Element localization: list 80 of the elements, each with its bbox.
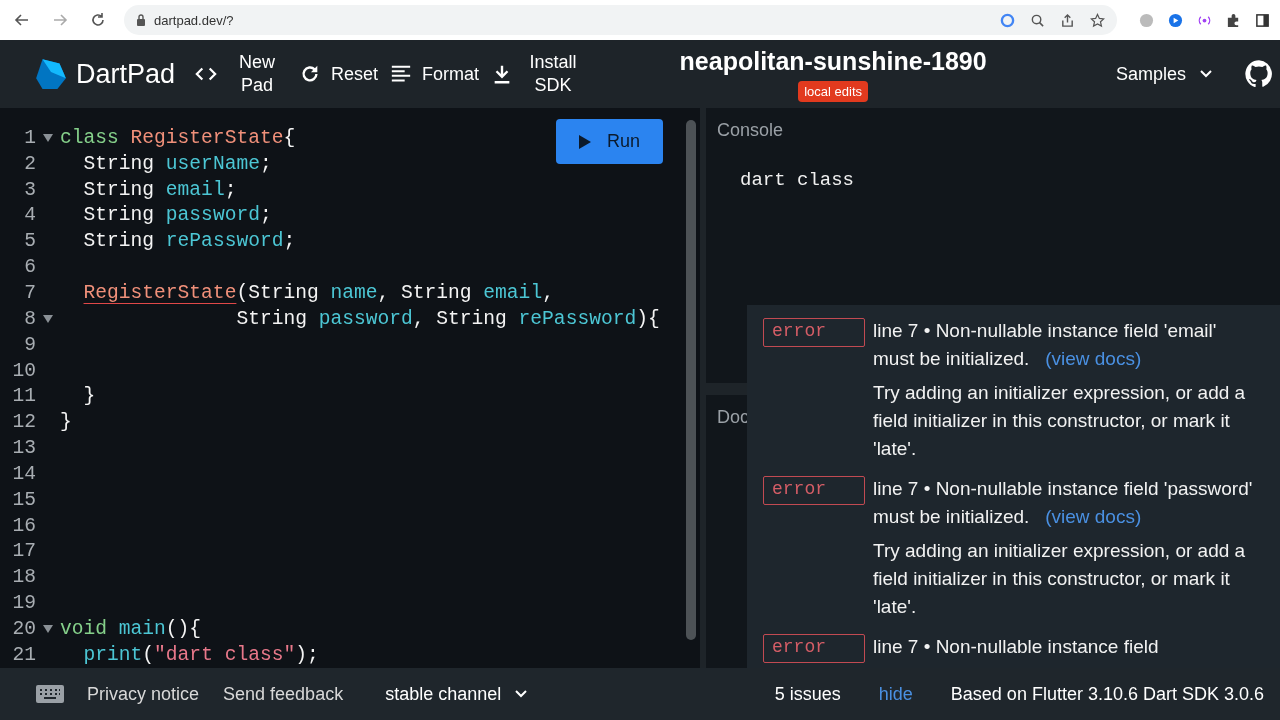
line-number: 1 bbox=[23, 126, 36, 149]
logo-text: DartPad bbox=[76, 58, 176, 90]
toolbar-button[interactable]: Reset bbox=[299, 62, 379, 86]
code-line: } bbox=[82, 385, 96, 408]
local-edits-badge: local edits bbox=[798, 80, 868, 102]
code-line: } bbox=[60, 411, 72, 434]
error-label: error bbox=[763, 318, 865, 347]
issue-message: line 7 • Non-nullable instance field 'email' must be initialized. (view docs) bbox=[873, 319, 1218, 371]
line-number: 5 bbox=[23, 230, 36, 253]
extension-icon[interactable] bbox=[1168, 12, 1183, 28]
caret-icon bbox=[1200, 70, 1212, 78]
issue-message: line 7 • Non-nullable instance field 'password' must be initialized. (view docs) bbox=[873, 477, 1254, 529]
line-number: 15 bbox=[11, 488, 36, 511]
code-line: RegisterState(String name, String email, bbox=[82, 282, 554, 304]
back-icon[interactable] bbox=[14, 12, 30, 28]
github-icon[interactable] bbox=[1244, 59, 1274, 89]
toolbar-button[interactable]: Format bbox=[390, 62, 480, 86]
feedback-link[interactable]: Send feedback bbox=[223, 683, 344, 705]
code-line: String userName; bbox=[82, 152, 272, 175]
logo-icon bbox=[34, 57, 68, 91]
samples-dropdown[interactable]: Samples bbox=[1109, 62, 1218, 86]
pad-title: neapolitan-sunshine-1890 bbox=[679, 46, 987, 76]
star-icon[interactable] bbox=[1090, 12, 1105, 28]
code-line: String password, String rePassword){ bbox=[235, 307, 660, 330]
line-number: 17 bbox=[11, 540, 36, 563]
share-icon[interactable] bbox=[1060, 12, 1075, 28]
docs-title: Doc bbox=[717, 407, 749, 427]
fold-icon[interactable] bbox=[43, 624, 53, 633]
line-number: 18 bbox=[11, 566, 36, 589]
line-number: 6 bbox=[23, 256, 36, 279]
puzzle-icon[interactable] bbox=[1226, 12, 1241, 28]
line-number: 10 bbox=[11, 359, 36, 382]
line-number: 9 bbox=[23, 333, 36, 356]
code-line: print("dart class"); bbox=[82, 643, 319, 666]
view-docs-link[interactable]: (view docs) bbox=[1045, 348, 1142, 369]
line-number: 7 bbox=[23, 282, 36, 304]
code-line: String password; bbox=[82, 204, 272, 227]
line-number: 20 bbox=[11, 617, 36, 640]
fold-icon[interactable] bbox=[43, 133, 53, 142]
issue-hint: Try adding an initializer expression, or add a field initializer in this constructor, or mark it 'late'. bbox=[873, 539, 1247, 619]
toolbar-button[interactable]: New Pad bbox=[195, 51, 288, 97]
code-line: void main(){ bbox=[60, 617, 202, 640]
line-number: 21 bbox=[11, 643, 36, 666]
code-line: String rePassword; bbox=[82, 230, 296, 253]
fold-icon[interactable] bbox=[43, 314, 53, 323]
issue-message: line 7 • Non-nullable instance field bbox=[873, 635, 1160, 659]
play-icon bbox=[579, 134, 591, 149]
scrollbar[interactable] bbox=[686, 120, 696, 640]
address-bar[interactable]: dartpad.dev/? bbox=[124, 5, 1117, 35]
issue-hint: Try adding an initializer expression, or add a field initializer in this constructor, or mark it 'late'. bbox=[873, 381, 1247, 461]
console-output: dart class bbox=[740, 169, 856, 191]
view-docs-link[interactable]: (view docs) bbox=[1045, 506, 1142, 527]
zoom-icon[interactable] bbox=[1030, 12, 1045, 28]
code-line: String email; bbox=[82, 178, 237, 201]
run-button[interactable]: Run bbox=[556, 119, 663, 164]
line-number: 19 bbox=[11, 592, 36, 615]
keyboard-icon[interactable] bbox=[36, 685, 64, 703]
privacy-link[interactable]: Privacy notice bbox=[87, 683, 200, 705]
lock-icon bbox=[136, 14, 146, 26]
sidebar-icon[interactable] bbox=[1255, 12, 1270, 28]
line-number: 13 bbox=[11, 437, 36, 460]
line-number: 8 bbox=[23, 307, 36, 330]
error-label: error bbox=[763, 476, 865, 505]
line-number: 3 bbox=[23, 178, 36, 201]
hide-link[interactable]: hide bbox=[878, 683, 913, 705]
error-label: error bbox=[763, 634, 865, 663]
line-number: 14 bbox=[11, 462, 36, 485]
console-title: Console bbox=[717, 120, 785, 141]
caret-icon bbox=[515, 690, 528, 698]
line-number: 16 bbox=[11, 514, 36, 537]
reload-icon[interactable] bbox=[90, 12, 106, 28]
line-number: 4 bbox=[23, 204, 36, 227]
line-number: 12 bbox=[11, 411, 36, 434]
channel-dropdown[interactable]: stable channel bbox=[379, 682, 534, 706]
line-number: 2 bbox=[23, 152, 36, 175]
toolbar-button[interactable]: Install SDK bbox=[491, 51, 584, 97]
issues-count: 5 issues bbox=[774, 683, 841, 705]
code-line: class RegisterState{ bbox=[60, 126, 296, 149]
version-text: Based on Flutter 3.10.6 Dart SDK 3.0.6 bbox=[950, 683, 1264, 705]
line-number: 11 bbox=[11, 385, 36, 408]
